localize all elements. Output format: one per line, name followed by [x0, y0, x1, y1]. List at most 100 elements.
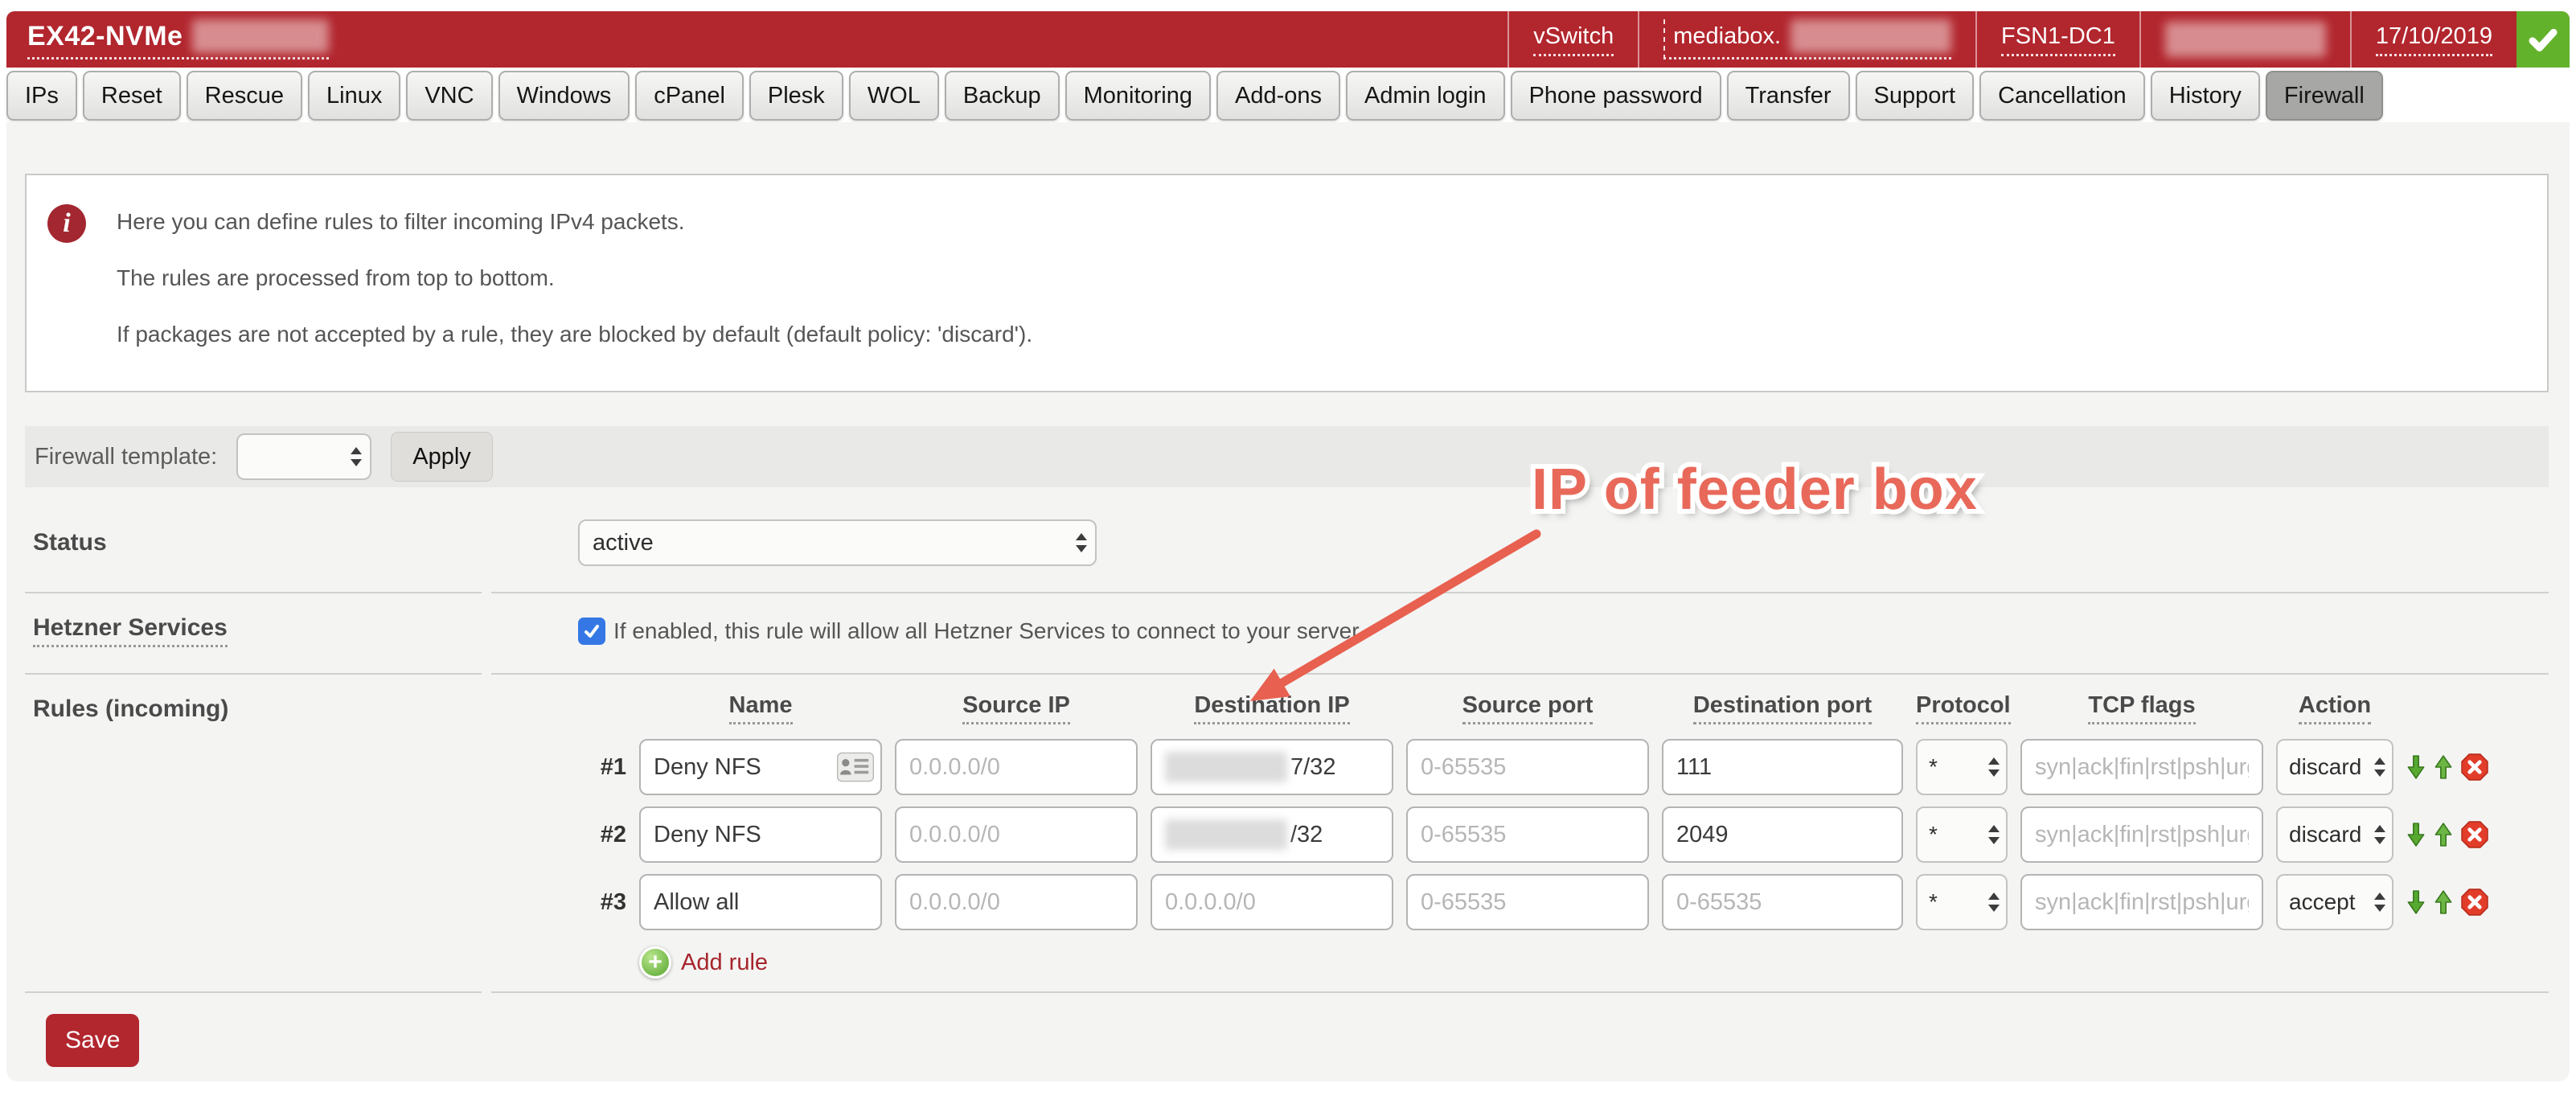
column-header: Action: [2276, 692, 2393, 728]
tab-cancellation[interactable]: Cancellation: [1979, 71, 2145, 121]
action-select[interactable]: discard: [2276, 806, 2393, 863]
source-port-input[interactable]: [1406, 874, 1649, 930]
tab-rescue[interactable]: Rescue: [187, 71, 302, 121]
tab-wol[interactable]: WOL: [849, 71, 939, 121]
tab-phone-password[interactable]: Phone password: [1511, 71, 1721, 121]
destination-ip-input[interactable]: /32: [1151, 806, 1393, 863]
action-select[interactable]: discard: [2276, 739, 2393, 795]
rule-index: #2: [578, 822, 626, 848]
hetzner-services-description: If enabled, this rule will allow all Het…: [613, 618, 1364, 644]
apply-button[interactable]: Apply: [391, 432, 493, 482]
tcp-flags-input[interactable]: [2020, 874, 2263, 930]
source-port-input[interactable]: [1406, 806, 1649, 863]
move-rule-down-button[interactable]: [2406, 754, 2426, 780]
move-rule-down-button[interactable]: [2406, 889, 2426, 915]
status-select[interactable]: active: [578, 519, 1097, 566]
action-select[interactable]: accept: [2276, 874, 2393, 930]
protocol-select[interactable]: *: [1916, 874, 2008, 930]
column-header: TCP flags: [2020, 692, 2263, 728]
info-line: If packages are not accepted by a rule, …: [117, 322, 2523, 347]
protocol-select[interactable]: *: [1916, 739, 2008, 795]
tab-admin-login[interactable]: Admin login: [1346, 71, 1505, 121]
move-up-icon[interactable]: [2434, 822, 2453, 847]
source-ip-input[interactable]: [895, 874, 1138, 930]
header-item[interactable]: mediabox.: [1638, 11, 1975, 68]
source-ip-input[interactable]: [895, 806, 1138, 863]
source-port-input[interactable]: [1406, 739, 1649, 795]
destination-ip-input[interactable]: [1151, 874, 1393, 930]
add-rule-button[interactable]: +Add rule: [639, 946, 2511, 979]
tab-reset[interactable]: Reset: [83, 71, 181, 121]
tcp-flags-input[interactable]: [2020, 739, 2263, 795]
delete-rule-button[interactable]: [2461, 821, 2488, 848]
rule-name-input[interactable]: [639, 874, 882, 930]
move-down-icon[interactable]: [2406, 754, 2426, 780]
select-stepper-icon: [1988, 893, 2000, 912]
move-rule-down-button[interactable]: [2406, 822, 2426, 847]
delete-rule-icon[interactable]: [2461, 888, 2488, 916]
column-header: Destination port: [1662, 692, 1903, 728]
header-item[interactable]: 17/10/2019: [2350, 11, 2517, 68]
move-down-icon[interactable]: [2406, 822, 2426, 847]
column-header: Source port: [1406, 692, 1649, 728]
rule-name-input[interactable]: [639, 806, 882, 863]
move-up-icon[interactable]: [2434, 754, 2453, 780]
delete-rule-button[interactable]: [2461, 888, 2488, 916]
tab-monitoring[interactable]: Monitoring: [1065, 71, 1211, 121]
firewall-template-select[interactable]: [236, 433, 371, 480]
protocol-select[interactable]: *: [1916, 806, 2008, 863]
header-items: vSwitchmediabox. FSN1-DC1 17/10/2019: [1507, 11, 2517, 68]
hetzner-services-label: Hetzner Services: [33, 614, 228, 647]
destination-port-input[interactable]: [1662, 739, 1903, 795]
tab-firewall[interactable]: Firewall: [2266, 71, 2383, 121]
delete-rule-icon[interactable]: [2461, 821, 2488, 848]
save-button[interactable]: Save: [46, 1014, 139, 1067]
rule-actions: [2406, 753, 2511, 781]
tab-history[interactable]: History: [2151, 71, 2260, 121]
tab-plesk[interactable]: Plesk: [749, 71, 843, 121]
destination-port-input[interactable]: [1662, 874, 1903, 930]
move-down-icon[interactable]: [2406, 889, 2426, 915]
hetzner-services-row: Hetzner Services If enabled, this rule w…: [25, 614, 2549, 647]
tab-backup[interactable]: Backup: [945, 71, 1060, 121]
info-text: Here you can define rules to filter inco…: [117, 209, 2523, 347]
rules-label: Rules (incoming): [33, 696, 228, 722]
hetzner-services-checkbox[interactable]: [578, 618, 605, 645]
header-item[interactable]: FSN1-DC1: [1975, 11, 2139, 68]
move-rule-up-button[interactable]: [2434, 889, 2453, 915]
tab-support[interactable]: Support: [1856, 71, 1975, 121]
tab-windows[interactable]: Windows: [498, 71, 630, 121]
firewall-content: i Here you can define rules to filter in…: [6, 122, 2570, 1081]
tab-cpanel[interactable]: cPanel: [635, 71, 744, 121]
redacted-text: [1790, 19, 1951, 53]
tab-linux[interactable]: Linux: [308, 71, 400, 121]
protocol-select-value: *: [1929, 822, 1938, 847]
destination-ip-input[interactable]: 7/32: [1151, 739, 1393, 795]
tab-ips[interactable]: IPs: [6, 71, 77, 121]
status-value: active: [593, 530, 654, 556]
divider: [25, 673, 2549, 675]
delete-rule-button[interactable]: [2461, 753, 2488, 781]
destination-port-input[interactable]: [1662, 806, 1903, 863]
protocol-select-value: *: [1929, 754, 1938, 780]
action-select-value: discard: [2289, 754, 2361, 780]
source-ip-input[interactable]: [895, 739, 1138, 795]
move-rule-up-button[interactable]: [2434, 754, 2453, 780]
delete-rule-icon[interactable]: [2461, 753, 2488, 781]
tab-add-ons[interactable]: Add-ons: [1216, 71, 1340, 121]
column-header: Destination IP: [1151, 692, 1393, 728]
header-item-label: FSN1-DC1: [2001, 23, 2115, 50]
select-stepper-icon: [1988, 825, 2000, 844]
redacted-ip: [1165, 752, 1287, 782]
header-item[interactable]: vSwitch: [1507, 11, 1638, 68]
tab-transfer[interactable]: Transfer: [1727, 71, 1850, 121]
move-rule-up-button[interactable]: [2434, 822, 2453, 847]
destination-ip-suffix: 7/32: [1290, 754, 1335, 781]
tab-vnc[interactable]: VNC: [406, 71, 492, 121]
tcp-flags-input[interactable]: [2020, 806, 2263, 863]
tab-bar: IPsResetRescueLinuxVNCWindowscPanelPlesk…: [6, 71, 2383, 121]
server-title-wrap: EX42-NVMe: [6, 11, 329, 68]
move-up-icon[interactable]: [2434, 889, 2453, 915]
select-stepper-icon: [2374, 757, 2385, 777]
autofill-contact-icon[interactable]: [837, 752, 874, 782]
